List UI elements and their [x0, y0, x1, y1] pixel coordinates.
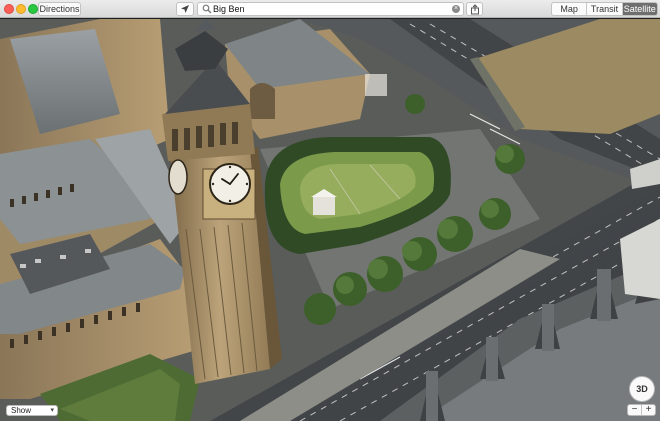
chevron-down-icon: ▾: [50, 407, 54, 414]
current-location-button[interactable]: [176, 2, 194, 16]
maps-window: Directions Big Ben × Map Transit Satelli…: [0, 0, 660, 421]
3d-toggle-button[interactable]: 3D: [629, 376, 655, 402]
search-field[interactable]: Big Ben ×: [197, 2, 464, 16]
magnifier-icon: [202, 4, 212, 14]
tab-satellite[interactable]: Satellite: [622, 3, 657, 15]
zoom-in-button[interactable]: +: [642, 405, 655, 415]
close-window-button[interactable]: [4, 4, 14, 14]
zoom-out-button[interactable]: −: [628, 405, 642, 415]
directions-button[interactable]: Directions: [38, 2, 81, 16]
share-icon: [470, 4, 479, 15]
location-arrow-icon: [181, 5, 189, 13]
toolbar: Directions Big Ben × Map Transit Satelli…: [0, 0, 660, 18]
show-dropdown-label: Show: [11, 406, 32, 415]
search-input[interactable]: Big Ben: [213, 3, 245, 15]
maximize-window-button[interactable]: [28, 4, 38, 14]
show-dropdown[interactable]: Show ▾: [6, 405, 58, 416]
minimize-window-button[interactable]: [16, 4, 26, 14]
share-button[interactable]: [466, 2, 483, 16]
map-canvas[interactable]: [0, 19, 660, 421]
garden-monument: [313, 197, 335, 215]
zoom-control: − +: [627, 404, 656, 416]
tab-transit[interactable]: Transit: [587, 3, 623, 15]
view-mode-control: Map Transit Satellite: [551, 2, 658, 16]
clear-search-icon[interactable]: ×: [452, 5, 460, 13]
tab-map[interactable]: Map: [552, 3, 588, 15]
satellite-imagery[interactable]: [0, 19, 660, 421]
